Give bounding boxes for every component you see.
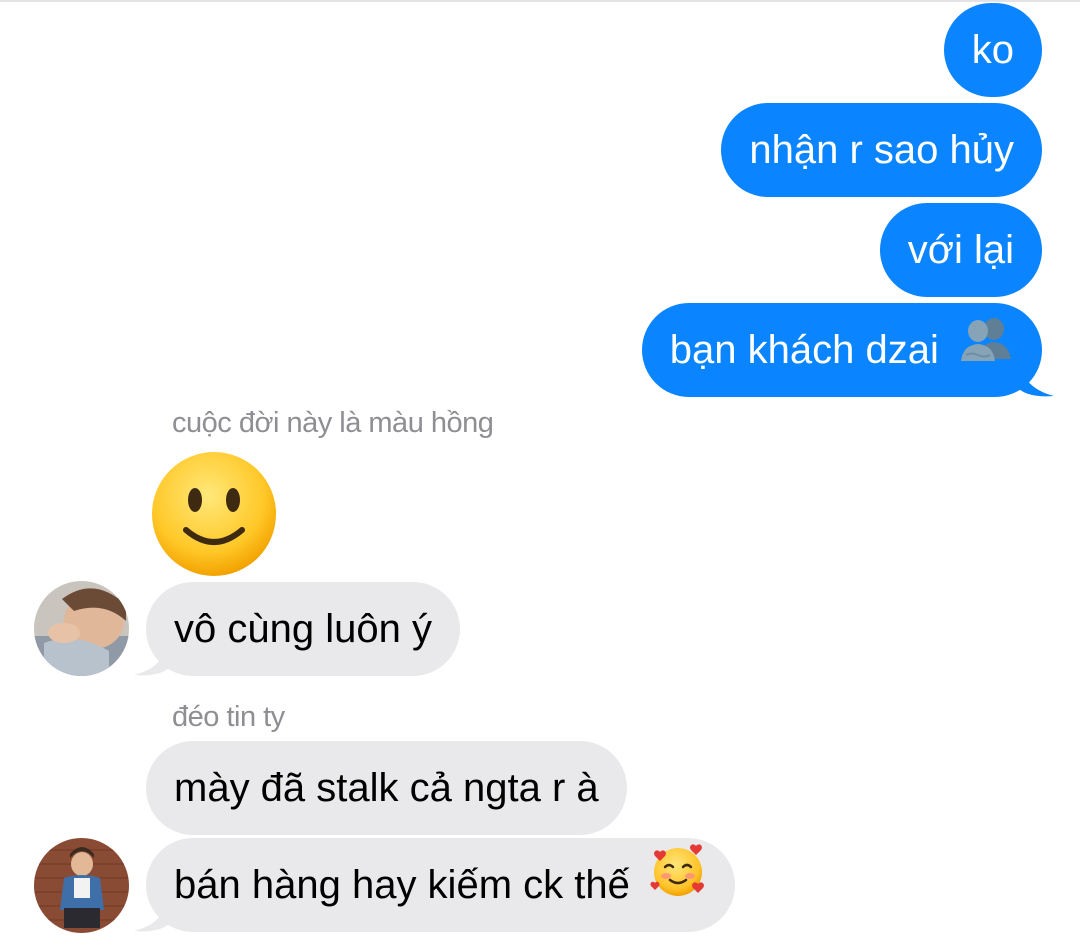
avatar[interactable] [34, 838, 129, 933]
incoming-message-bubble[interactable]: bán hàng hay kiếm ck thế [146, 838, 735, 932]
sender-name: cuộc đời này là màu hồng [172, 407, 494, 439]
message-text: với lại [907, 228, 1014, 272]
message-text: vô cùng luôn ý [174, 607, 432, 651]
message-text: mày đã stalk cả ngta r à [174, 766, 599, 810]
outgoing-bubble-tail [1018, 358, 1054, 397]
smiling-face-with-hearts-icon [649, 840, 707, 934]
top-divider [0, 0, 1080, 2]
outgoing-message-bubble[interactable]: nhận r sao hủy [721, 103, 1042, 197]
message-text: nhận r sao hủy [749, 128, 1014, 172]
busts-in-silhouette-icon [958, 305, 1014, 399]
message-text: bán hàng hay kiếm ck thế [174, 863, 630, 907]
incoming-message-bubble[interactable]: vô cùng luôn ý [146, 582, 460, 676]
avatar[interactable] [34, 581, 129, 676]
incoming-bubble-tail [134, 893, 170, 932]
message-text: bạn khách dzai [669, 328, 939, 372]
outgoing-message-bubble[interactable]: bạn khách dzai [641, 303, 1042, 399]
message-text: ko [971, 28, 1014, 72]
incoming-bubble-tail [134, 637, 170, 676]
incoming-message-bubble[interactable]: mày đã stalk cả ngta r à [146, 741, 627, 835]
outgoing-message-bubble[interactable]: ko [943, 3, 1042, 97]
outgoing-message-bubble[interactable]: với lại [879, 203, 1042, 297]
slightly-smiling-face-icon [150, 450, 278, 578]
sender-name: đéo tin ty [172, 701, 285, 733]
